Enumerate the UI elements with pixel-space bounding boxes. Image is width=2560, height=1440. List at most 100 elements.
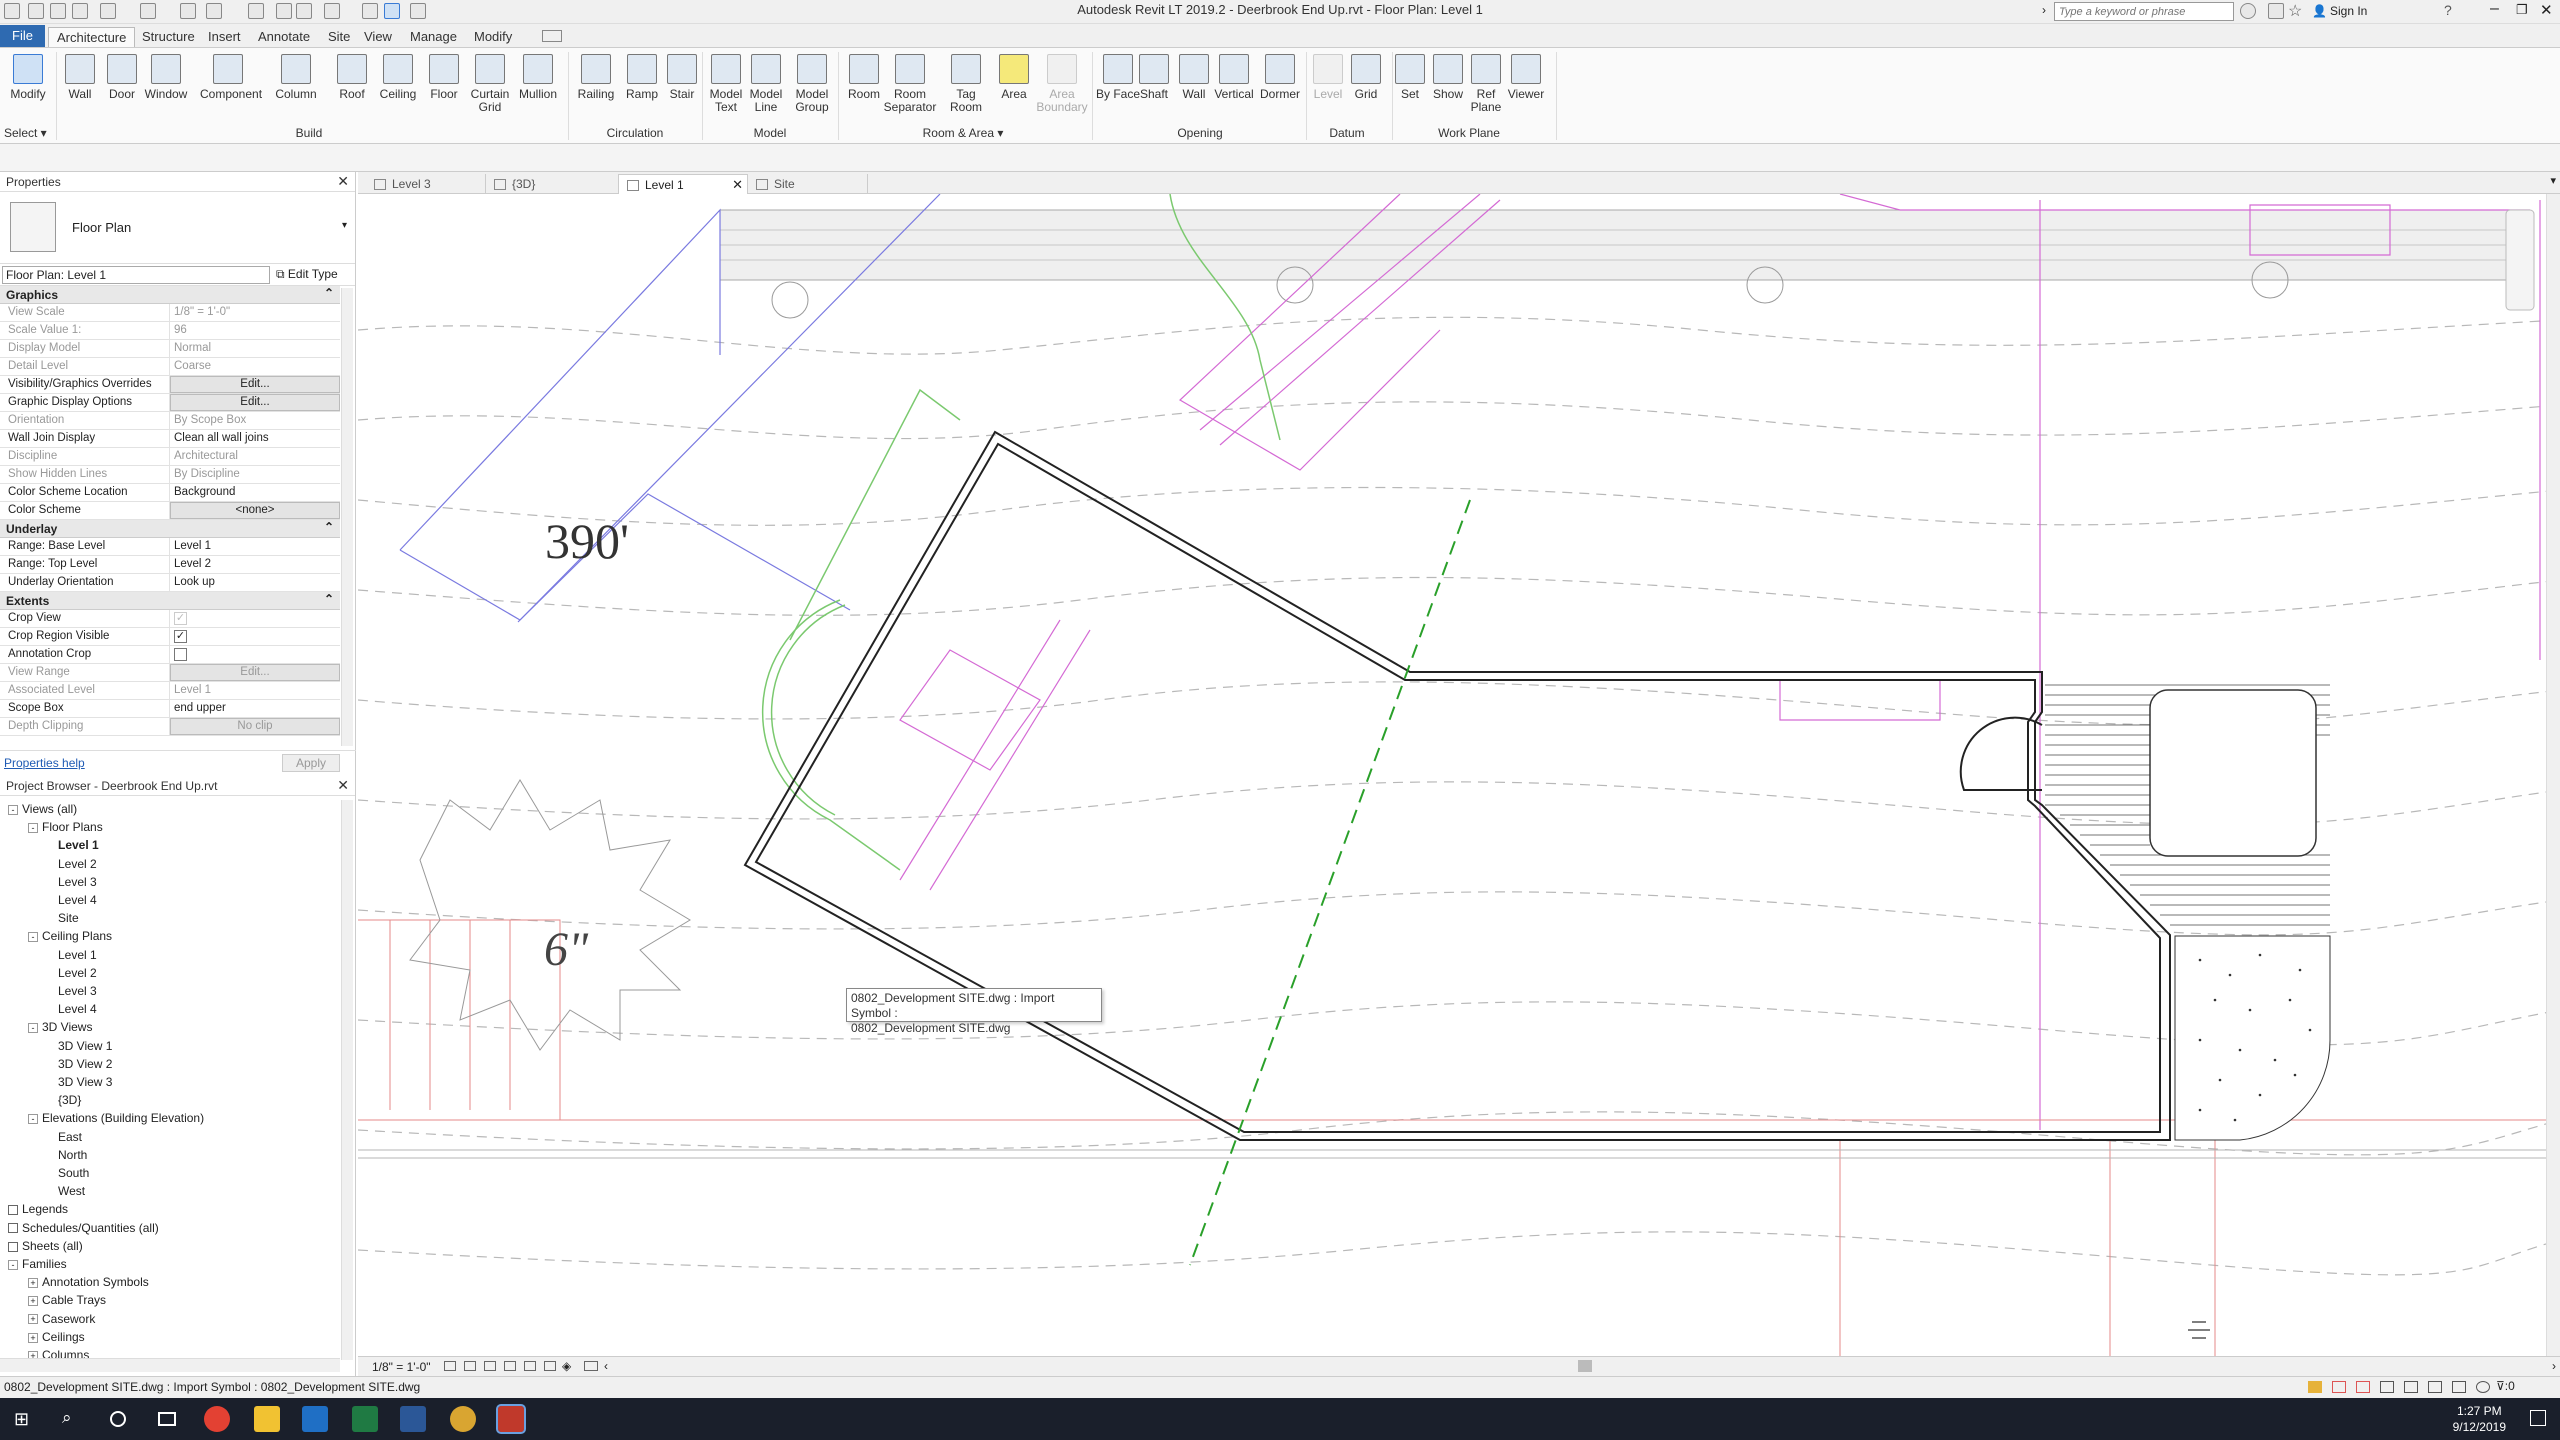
browser-tree-item[interactable]: Level 4 xyxy=(58,1000,97,1018)
app-icon[interactable] xyxy=(450,1406,476,1432)
expand-toggle-icon[interactable]: + xyxy=(28,1314,38,1325)
close-browser-button[interactable]: ✕ xyxy=(337,777,349,794)
expand-toggle-icon[interactable]: + xyxy=(28,1278,38,1289)
viewer-button[interactable]: Viewer xyxy=(1500,52,1552,101)
expand-toggle-icon[interactable]: + xyxy=(28,1332,38,1343)
property-value[interactable]: Background xyxy=(170,484,340,501)
properties-scrollbar[interactable] xyxy=(341,288,353,746)
property-value[interactable]: ✓ xyxy=(170,628,340,645)
binoculars-icon[interactable] xyxy=(2240,3,2256,19)
sign-in-link[interactable]: Sign In xyxy=(2330,4,2367,18)
tab-overflow-icon[interactable]: ▾ xyxy=(2550,174,2556,187)
collapse-toggle-icon[interactable]: - xyxy=(8,1259,18,1270)
show-crop-icon[interactable] xyxy=(544,1361,556,1371)
browser-tree-item[interactable]: - Families xyxy=(8,1255,67,1273)
browser-tree-item[interactable]: Site xyxy=(58,909,79,927)
user-icon[interactable]: 👤 xyxy=(2312,4,2327,18)
property-row[interactable]: Visibility/Graphics Overrides Edit... xyxy=(0,376,340,394)
floor-plan-drawing[interactable] xyxy=(358,194,2560,1356)
browser-hscrollbar[interactable] xyxy=(0,1358,340,1372)
collapse-icon[interactable]: ⌃ xyxy=(324,520,334,534)
drag-elements-icon[interactable] xyxy=(2452,1381,2466,1393)
close-window-button[interactable]: ✕ xyxy=(2540,1,2553,19)
browser-tree-item[interactable]: East xyxy=(58,1128,82,1146)
property-group-header[interactable]: Extents ⌃ xyxy=(0,592,340,610)
minimize-button[interactable]: – xyxy=(2490,0,2499,18)
property-value[interactable]: Level 2 xyxy=(170,556,340,573)
shadows-icon[interactable] xyxy=(504,1361,516,1371)
property-value[interactable]: ✓ xyxy=(170,610,340,627)
help-icon[interactable]: ? xyxy=(2444,2,2452,18)
collapse-icon[interactable]: ⌃ xyxy=(324,286,334,300)
roof-button[interactable]: Roof xyxy=(326,52,378,101)
browser-tree-item[interactable]: Level 3 xyxy=(58,982,97,1000)
property-checkbox[interactable] xyxy=(174,648,187,661)
notifications-icon[interactable] xyxy=(2530,1410,2546,1426)
area-button[interactable]: Area xyxy=(988,52,1040,101)
drawing-canvas[interactable] xyxy=(358,194,2560,1356)
collapse-icon[interactable]: ⌃ xyxy=(324,592,334,606)
scroll-right-icon[interactable]: › xyxy=(2552,1359,2556,1373)
expand-toggle-icon[interactable]: + xyxy=(28,1296,38,1307)
view-tab-level-1[interactable]: Level 1 ✕ xyxy=(618,174,748,194)
property-row[interactable]: Color Scheme Location Background xyxy=(0,484,340,502)
collapse-toggle-icon[interactable]: - xyxy=(8,804,18,815)
railing-button[interactable]: Railing xyxy=(570,52,622,101)
model-line-button[interactable]: Model Line xyxy=(740,52,792,114)
property-row[interactable]: Range: Base Level Level 1 xyxy=(0,538,340,556)
outlook-icon[interactable] xyxy=(302,1406,328,1432)
view-tab-3d[interactable]: {3D} xyxy=(486,174,626,194)
visual-style-icon[interactable] xyxy=(464,1361,476,1371)
browser-tree-item[interactable]: Level 3 xyxy=(58,873,97,891)
browser-tree-item[interactable]: Schedules/Quantities (all) xyxy=(8,1219,159,1237)
select-by-face-icon[interactable] xyxy=(2428,1381,2442,1393)
tab-view[interactable]: View xyxy=(356,27,400,47)
detail-level-icon[interactable] xyxy=(444,1361,456,1371)
tab-file[interactable]: File xyxy=(0,25,45,47)
collapse-toggle-icon[interactable]: - xyxy=(28,932,38,943)
area-boundary-button[interactable]: Area Boundary xyxy=(1036,52,1088,114)
search-input[interactable] xyxy=(2054,2,2234,21)
vertical-button[interactable]: Vertical xyxy=(1208,52,1260,101)
browser-tree-item[interactable]: -3D Views xyxy=(28,1018,92,1036)
collapse-toggle-icon[interactable]: - xyxy=(28,1023,38,1034)
browser-tree-item[interactable]: + Ceilings xyxy=(28,1328,85,1346)
star-icon[interactable]: ☆ xyxy=(2288,1,2302,21)
property-row[interactable]: Wall Join Display Clean all wall joins xyxy=(0,430,340,448)
modify-button[interactable]: Modify xyxy=(2,52,54,101)
type-dropdown-icon[interactable]: ▾ xyxy=(342,220,347,231)
window-button[interactable]: Window xyxy=(140,52,192,101)
browser-tree-item[interactable]: Level 2 xyxy=(58,855,97,873)
property-row[interactable]: Scope Box end upper xyxy=(0,700,340,718)
property-row[interactable]: Color Scheme <none> xyxy=(0,502,340,520)
collapse-toggle-icon[interactable]: - xyxy=(28,1114,38,1125)
property-row[interactable]: Crop View ✓ xyxy=(0,610,340,628)
canvas-vscrollbar[interactable] xyxy=(2546,194,2560,1356)
property-group-header[interactable]: Underlay ⌃ xyxy=(0,520,340,538)
sun-path-icon[interactable] xyxy=(484,1361,496,1371)
property-checkbox[interactable]: ✓ xyxy=(174,630,187,643)
collapse-toggle-icon[interactable]: - xyxy=(28,823,38,834)
browser-tree-item[interactable]: Sheets (all) xyxy=(8,1237,83,1255)
property-value[interactable]: Clean all wall joins xyxy=(170,430,340,447)
browser-tree-item[interactable]: {3D} xyxy=(58,1091,81,1109)
browser-tree-item[interactable]: South xyxy=(58,1164,89,1182)
subscription-icon[interactable] xyxy=(2268,3,2284,19)
browser-tree-item[interactable]: Level 4 xyxy=(58,891,97,909)
select-underlay-icon[interactable] xyxy=(2380,1381,2394,1393)
property-value[interactable]: end upper xyxy=(170,700,340,717)
tab-manage[interactable]: Manage xyxy=(402,27,465,47)
room-separator-button[interactable]: Room Separator xyxy=(880,52,940,114)
floor-button[interactable]: Floor xyxy=(418,52,470,101)
system-clock[interactable]: 1:27 PM 9/12/2019 xyxy=(2453,1403,2506,1435)
background-process-icon[interactable] xyxy=(2476,1381,2490,1393)
view-tab-level-3[interactable]: Level 3 xyxy=(366,174,486,194)
room-area-panel-label[interactable]: Room & Area ▾ xyxy=(838,126,1088,140)
property-row[interactable]: Graphic Display Options Edit... xyxy=(0,394,340,412)
design-options-icon[interactable] xyxy=(2332,1381,2346,1393)
browser-tree-item[interactable]: - Ceiling Plans xyxy=(28,927,112,945)
tab-structure[interactable]: Structure xyxy=(134,27,203,47)
tab-annotate[interactable]: Annotate xyxy=(250,27,318,47)
start-icon[interactable]: ⊞ xyxy=(14,1409,29,1430)
browser-scrollbar[interactable] xyxy=(341,800,353,1360)
